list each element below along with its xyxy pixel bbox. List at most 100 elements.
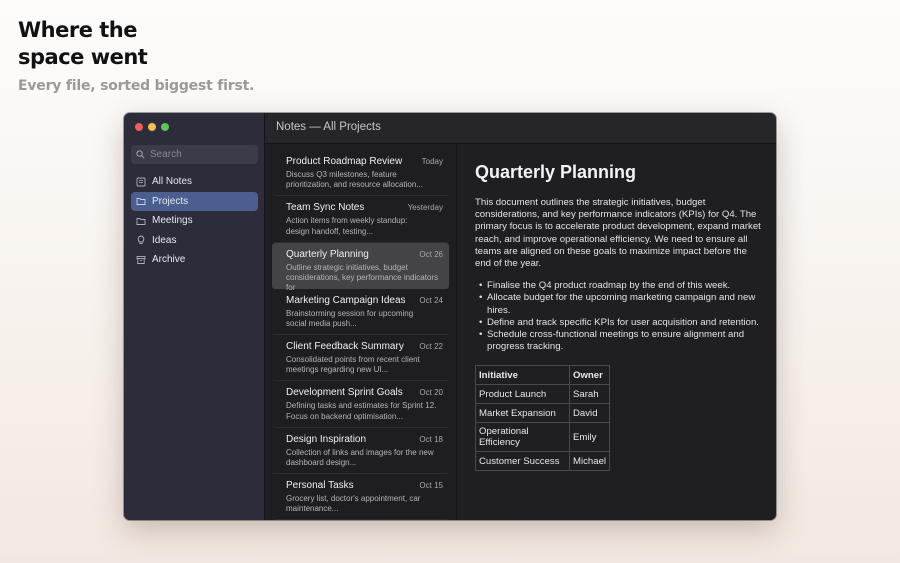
- note-list-item[interactable]: Development Sprint Goals Oct 20 Defining …: [272, 381, 449, 428]
- note-preview: Consolidated points from recent client me…: [286, 355, 443, 376]
- note-preview: Action items from weekly standup: design …: [286, 216, 443, 237]
- note-date: Oct 24: [419, 295, 443, 305]
- note-preview-line: meetings regarding new UI...: [286, 365, 389, 375]
- note-preview: Defining tasks and estimates for Sprint …: [286, 401, 443, 422]
- note-title: Quarterly Planning: [286, 248, 369, 260]
- note-title: Development Sprint Goals: [286, 387, 403, 399]
- table-header-cell: Initiative: [475, 365, 570, 386]
- sidebar-item-projects[interactable]: Projects: [131, 191, 258, 211]
- notes-app-window: All Notes Projects Meetings Ideas Archiv…: [124, 113, 776, 520]
- note-title: Personal Tasks: [286, 480, 354, 492]
- note-date: Oct 15: [419, 481, 443, 491]
- note-preview: Brainstorming session for upcoming social…: [286, 309, 443, 330]
- table-row: Market Expansion David: [475, 403, 611, 424]
- sidebar-item-archive[interactable]: Archive: [131, 250, 258, 269]
- search-box[interactable]: [131, 145, 258, 164]
- window-controls: [135, 123, 169, 131]
- note-preview-line: Outline strategic initiatives, budget: [286, 262, 408, 272]
- note-date: Yesterday: [407, 203, 443, 213]
- all-notes-icon: [136, 177, 146, 186]
- note-date: Oct 20: [419, 388, 443, 398]
- folder-icon: [136, 217, 146, 225]
- table-row: Operational Efficiency Emily: [475, 422, 611, 453]
- note-preview-line: maintenance...: [286, 504, 339, 514]
- note-list-item[interactable]: Team Sync Notes Yesterday Action items fr…: [272, 196, 449, 243]
- bullet-item: Schedule cross-functional meetings to en…: [479, 329, 761, 353]
- note-date: Oct 26: [419, 249, 443, 259]
- document-title: Quarterly Planning: [475, 162, 637, 182]
- table-cell: David: [568, 403, 611, 424]
- note-list-item[interactable]: Client Feedback Summary Oct 22 Consolidat…: [272, 335, 449, 382]
- sidebar-nav: All Notes Projects Meetings Ideas Archiv…: [131, 172, 258, 270]
- note-preview: Discuss Q3 milestones, feature prioritiza…: [286, 170, 443, 191]
- folder-icon: [136, 198, 146, 205]
- sidebar-item-label: Ideas: [152, 234, 177, 246]
- bullet-item: Allocate budget for the upcoming marketi…: [479, 292, 761, 316]
- note-list-item-selected[interactable]: Quarterly Planning Oct 26 Outline strateg…: [272, 242, 449, 292]
- table-header-cell: Owner: [568, 365, 611, 386]
- table-cell: Market Expansion: [475, 403, 570, 424]
- note-preview-line: Discuss Q3 milestones, feature: [286, 170, 397, 179]
- note-preview-line: social media push...: [286, 319, 357, 329]
- document-paragraph: This document outlines the strategic ini…: [475, 197, 761, 270]
- note-date: Oct 22: [419, 342, 443, 352]
- document-bullet-list: Finalise the Q4 product roadmap by the e…: [475, 280, 761, 353]
- note-preview-line: design handoff, testing...: [286, 226, 374, 236]
- table-cell: Sarah: [568, 384, 611, 405]
- notes-list: Product Roadmap Review Today Discuss Q3 m…: [265, 144, 457, 520]
- hero-subtitle: Every file, sorted biggest first.: [18, 78, 255, 94]
- note-title: Team Sync Notes: [286, 202, 365, 214]
- note-date: Oct 18: [419, 434, 443, 444]
- note-title: Design Inspiration: [286, 433, 367, 445]
- table-cell: Michael: [568, 451, 611, 472]
- note-preview-line: Defining tasks and estimates for Sprint …: [286, 401, 437, 411]
- note-preview-line: Consolidated points from recent client: [286, 355, 420, 365]
- table-cell: Product Launch: [475, 384, 570, 405]
- window-title: Notes — All Projects: [265, 113, 776, 144]
- table-row: Product Launch Sarah: [475, 384, 611, 405]
- minimize-window-button[interactable]: [148, 123, 156, 131]
- note-preview-line: Grocery list, doctor's appointment, car: [286, 494, 421, 504]
- sidebar-item-label: Meetings: [152, 215, 193, 226]
- note-preview-line: Action items from weekly standup:: [286, 216, 408, 226]
- archive-icon: [136, 255, 146, 264]
- table-cell: Customer Success: [475, 451, 570, 472]
- hero-title: Where the space went: [18, 17, 148, 71]
- table-cell: Operational Efficiency: [475, 422, 570, 453]
- table-header-row: Initiative Owner: [475, 365, 611, 386]
- note-list-item[interactable]: Marketing Campaign Ideas Oct 24 Brainstor…: [272, 289, 449, 336]
- note-title: Client Feedback Summary: [286, 341, 404, 353]
- bullet-item: Define and track specific KPIs for user …: [479, 317, 761, 329]
- table-row: Customer Success Michael: [475, 451, 611, 472]
- note-title: Marketing Campaign Ideas: [286, 294, 406, 306]
- sidebar: All Notes Projects Meetings Ideas Archiv…: [124, 113, 265, 520]
- search-input[interactable]: [150, 149, 250, 160]
- note-preview-line: prioritization, and resource allocation.…: [286, 180, 423, 190]
- sidebar-item-label: Archive: [152, 254, 186, 265]
- note-preview: Grocery list, doctor's appointment, car m…: [286, 494, 443, 515]
- note-preview-line: Collection of links and images for the n…: [286, 447, 434, 457]
- close-window-button[interactable]: [135, 123, 143, 131]
- sidebar-item-label: Projects: [152, 195, 189, 207]
- sidebar-item-ideas[interactable]: Ideas: [131, 231, 258, 250]
- note-editor[interactable]: Quarterly Planning This document outline…: [457, 144, 776, 520]
- note-title: Product Roadmap Review: [286, 156, 403, 167]
- hero-title-line1: Where the: [18, 18, 138, 42]
- note-date: Today: [421, 157, 443, 166]
- document-table: Initiative Owner Product Launch Sarah Ma…: [475, 365, 611, 472]
- sidebar-item-label: All Notes: [152, 176, 193, 187]
- note-preview: Collection of links and images for the n…: [286, 448, 443, 469]
- bullet-item: Finalise the Q4 product roadmap by the e…: [479, 280, 761, 292]
- sidebar-item-all-notes[interactable]: All Notes: [131, 172, 258, 191]
- note-preview-line: Brainstorming session for upcoming: [286, 308, 414, 318]
- table-cell: Emily: [568, 422, 611, 453]
- note-list-item[interactable]: Personal Tasks Oct 15 Grocery list, docto…: [272, 474, 449, 520]
- sidebar-item-meetings[interactable]: Meetings: [131, 211, 258, 230]
- hero-title-line2: space went: [18, 45, 148, 69]
- note-list-item[interactable]: Product Roadmap Review Today Discuss Q3 m…: [272, 150, 449, 197]
- zoom-window-button[interactable]: [161, 123, 169, 131]
- search-icon: [136, 150, 145, 159]
- note-preview-line: dashboard design...: [286, 458, 357, 468]
- note-list-item[interactable]: Design Inspiration Oct 18 Collection of l…: [272, 428, 449, 475]
- lightbulb-icon: [137, 235, 145, 244]
